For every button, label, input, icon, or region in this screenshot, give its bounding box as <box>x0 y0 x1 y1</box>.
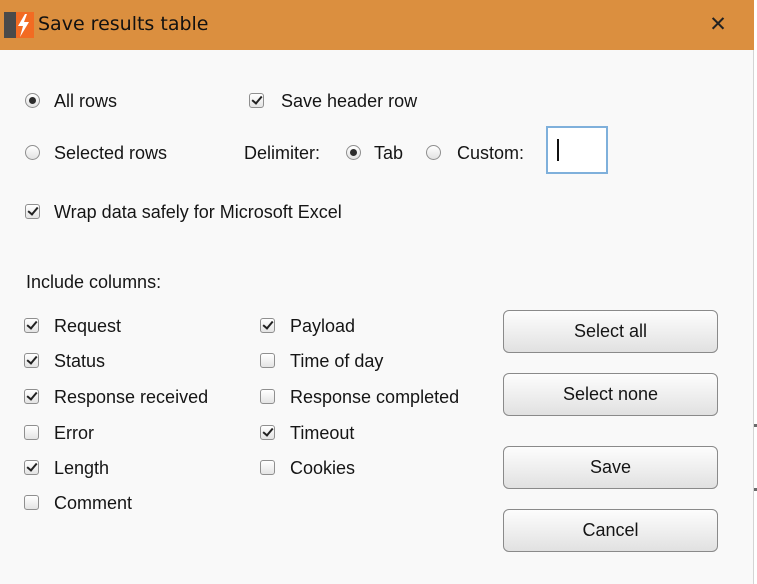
column-response-completed-label[interactable]: Response completed <box>290 386 459 408</box>
all-rows-label[interactable]: All rows <box>54 90 117 112</box>
save-button[interactable]: Save <box>503 446 718 489</box>
column-time-of-day-label[interactable]: Time of day <box>290 350 383 372</box>
include-columns-label: Include columns: <box>26 272 162 292</box>
column-comment-checkbox[interactable] <box>24 495 39 510</box>
delimiter-tab-label[interactable]: Tab <box>374 142 403 164</box>
title-bar[interactable]: Save results table ✕ <box>0 0 754 50</box>
column-cookies-label[interactable]: Cookies <box>290 457 355 479</box>
select-all-button[interactable]: Select all <box>503 310 718 353</box>
save-header-row-label[interactable]: Save header row <box>281 90 417 112</box>
delimiter-tab-radio[interactable] <box>346 145 361 160</box>
burp-suite-icon <box>4 12 34 38</box>
text-caret <box>557 139 559 161</box>
close-button[interactable]: ✕ <box>702 8 734 40</box>
column-status-checkbox[interactable] <box>24 353 39 368</box>
column-request-checkbox[interactable] <box>24 318 39 333</box>
column-payload-checkbox[interactable] <box>260 318 275 333</box>
column-error-checkbox[interactable] <box>24 425 39 440</box>
column-timeout-checkbox[interactable] <box>260 425 275 440</box>
wrap-excel-label[interactable]: Wrap data safely for Microsoft Excel <box>54 201 342 223</box>
selected-rows-label[interactable]: Selected rows <box>54 142 167 164</box>
column-length-checkbox[interactable] <box>24 460 39 475</box>
save-header-row-checkbox[interactable] <box>249 93 264 108</box>
column-payload-label[interactable]: Payload <box>290 315 355 337</box>
all-rows-radio[interactable] <box>25 93 40 108</box>
select-none-button[interactable]: Select none <box>503 373 718 416</box>
column-response-received-checkbox[interactable] <box>24 389 39 404</box>
save-results-dialog: Save results table ✕ All rows Save heade… <box>0 0 754 584</box>
delimiter-custom-label[interactable]: Custom: <box>457 142 524 164</box>
selected-rows-radio[interactable] <box>25 145 40 160</box>
column-timeout-label[interactable]: Timeout <box>290 422 354 444</box>
delimiter-custom-radio[interactable] <box>426 145 441 160</box>
cancel-button[interactable]: Cancel <box>503 509 718 552</box>
column-response-completed-checkbox[interactable] <box>260 389 275 404</box>
column-cookies-checkbox[interactable] <box>260 460 275 475</box>
column-status-label[interactable]: Status <box>54 350 105 372</box>
delimiter-label: Delimiter: <box>244 143 321 163</box>
column-length-label[interactable]: Length <box>54 457 109 479</box>
column-request-label[interactable]: Request <box>54 315 121 337</box>
column-error-label[interactable]: Error <box>54 422 94 444</box>
column-comment-label[interactable]: Comment <box>54 492 132 514</box>
window-title: Save results table <box>38 13 209 35</box>
close-icon: ✕ <box>709 12 727 36</box>
column-time-of-day-checkbox[interactable] <box>260 353 275 368</box>
wrap-excel-checkbox[interactable] <box>25 204 40 219</box>
custom-delimiter-input[interactable] <box>546 126 608 174</box>
column-response-received-label[interactable]: Response received <box>54 386 208 408</box>
